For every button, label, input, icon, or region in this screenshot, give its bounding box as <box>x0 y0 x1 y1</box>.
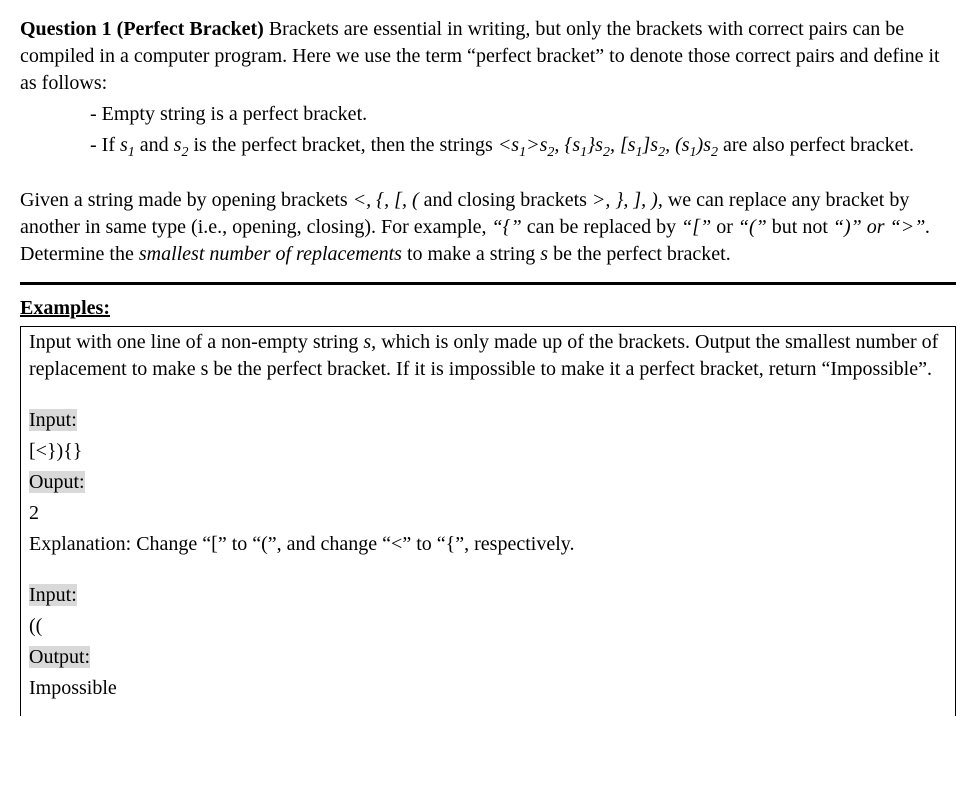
rule-2-a: - If <box>90 134 120 156</box>
rule-2-sep2: , <box>610 134 620 156</box>
example-2: Input: (( Output: Impossible <box>29 582 947 702</box>
p2-ex4: “)” or “>”. <box>833 216 930 238</box>
examples-desc: Input with one line of a non-empty strin… <box>29 329 947 383</box>
ex1-input-label-wrap: Input: <box>29 407 947 434</box>
p2-d: can be replaced by <box>522 216 681 238</box>
rule-2-p4o: (s <box>675 134 689 156</box>
p2-a: Given a string made by opening brackets <box>20 189 353 211</box>
p2-em: smallest number of replacements <box>139 243 402 265</box>
ex2-output-val: Impossible <box>29 675 947 702</box>
p2-b: and closing brackets <box>419 189 592 211</box>
p2-but: but not <box>767 216 833 238</box>
examples-heading: Examples: <box>20 297 110 319</box>
ex2-input-label-wrap: Input: <box>29 582 947 609</box>
examples-heading-wrap: Examples: <box>20 295 956 322</box>
rule-2-p2s2: 2 <box>603 145 610 160</box>
rule-2-s1: s <box>120 134 128 156</box>
rule-2-sub1: 1 <box>128 145 135 160</box>
rule-2-p4s1: 1 <box>690 145 697 160</box>
question-p2: Given a string made by opening brackets … <box>20 187 956 268</box>
ex2-output-label: Output: <box>29 646 90 668</box>
question-heading: Question 1 (Perfect Bracket) <box>20 18 264 40</box>
ex1-input-val: [<}){} <box>29 438 947 465</box>
rule-2-p2c: }s <box>587 134 603 156</box>
rule-2-p3s1: 1 <box>636 145 643 160</box>
ex2-input-label: Input: <box>29 584 77 606</box>
rule-2-p3c: ]s <box>643 134 659 156</box>
p2-f: to make a string <box>402 243 540 265</box>
example-1: Input: [<}){} Ouput: 2 Explanation: Chan… <box>29 407 947 558</box>
rule-2-p1o: <s <box>498 134 519 156</box>
ex1-explanation: Explanation: Change “[” to “(”, and chan… <box>29 531 947 558</box>
rule-2-tail: are also <box>718 134 785 156</box>
ex2-output-label-wrap: Output: <box>29 644 947 671</box>
spacer-3 <box>29 562 947 582</box>
rule-2-p3o: [s <box>620 134 636 156</box>
ex1-output-label: Ouput: <box>29 471 85 493</box>
spacer-1 <box>20 167 956 187</box>
p2-g: be the perfect bracket. <box>548 243 731 265</box>
rule-2-p4s2: 2 <box>711 145 718 160</box>
p2-ex1: “{” <box>492 216 522 238</box>
examples-desc-a: Input with one line of a non-empty strin… <box>29 331 363 353</box>
rule-2-p1c: >s <box>526 134 547 156</box>
spacer-2 <box>29 387 947 407</box>
rule-2-and: and <box>135 134 174 156</box>
ex1-output-val: 2 <box>29 500 947 527</box>
p2-ex3: “(” <box>738 216 767 238</box>
ex1-input-label: Input: <box>29 409 77 431</box>
p2-or1: or <box>711 216 738 238</box>
rule-1: - Empty string is a perfect bracket. <box>20 101 956 128</box>
examples-desc-s: s, <box>363 331 376 353</box>
rule-2-p4c: )s <box>697 134 711 156</box>
examples-box: Input with one line of a non-empty strin… <box>20 326 956 716</box>
question-intro: Question 1 (Perfect Bracket) Brackets ar… <box>20 16 956 97</box>
rule-2-sep1: , <box>554 134 564 156</box>
p2-ex2: “[” <box>681 216 711 238</box>
p2-open: <, {, [, ( <box>353 189 419 211</box>
p2-close: >, }, ], ), <box>592 189 663 211</box>
p2-e: Determine the <box>20 243 139 265</box>
section-divider <box>20 282 956 285</box>
ex1-output-label-wrap: Ouput: <box>29 469 947 496</box>
rule-2-p2o: {s <box>564 134 580 156</box>
rule-2-sep3: , <box>665 134 675 156</box>
rule-2-b: is the perfect bracket, then the strings <box>188 134 497 156</box>
rule-2-tail2: perfect bracket. <box>790 134 914 156</box>
p2-s: s <box>540 243 548 265</box>
rule-2: - If s1 and s2 is the perfect bracket, t… <box>20 132 956 163</box>
ex2-input-val: (( <box>29 613 947 640</box>
